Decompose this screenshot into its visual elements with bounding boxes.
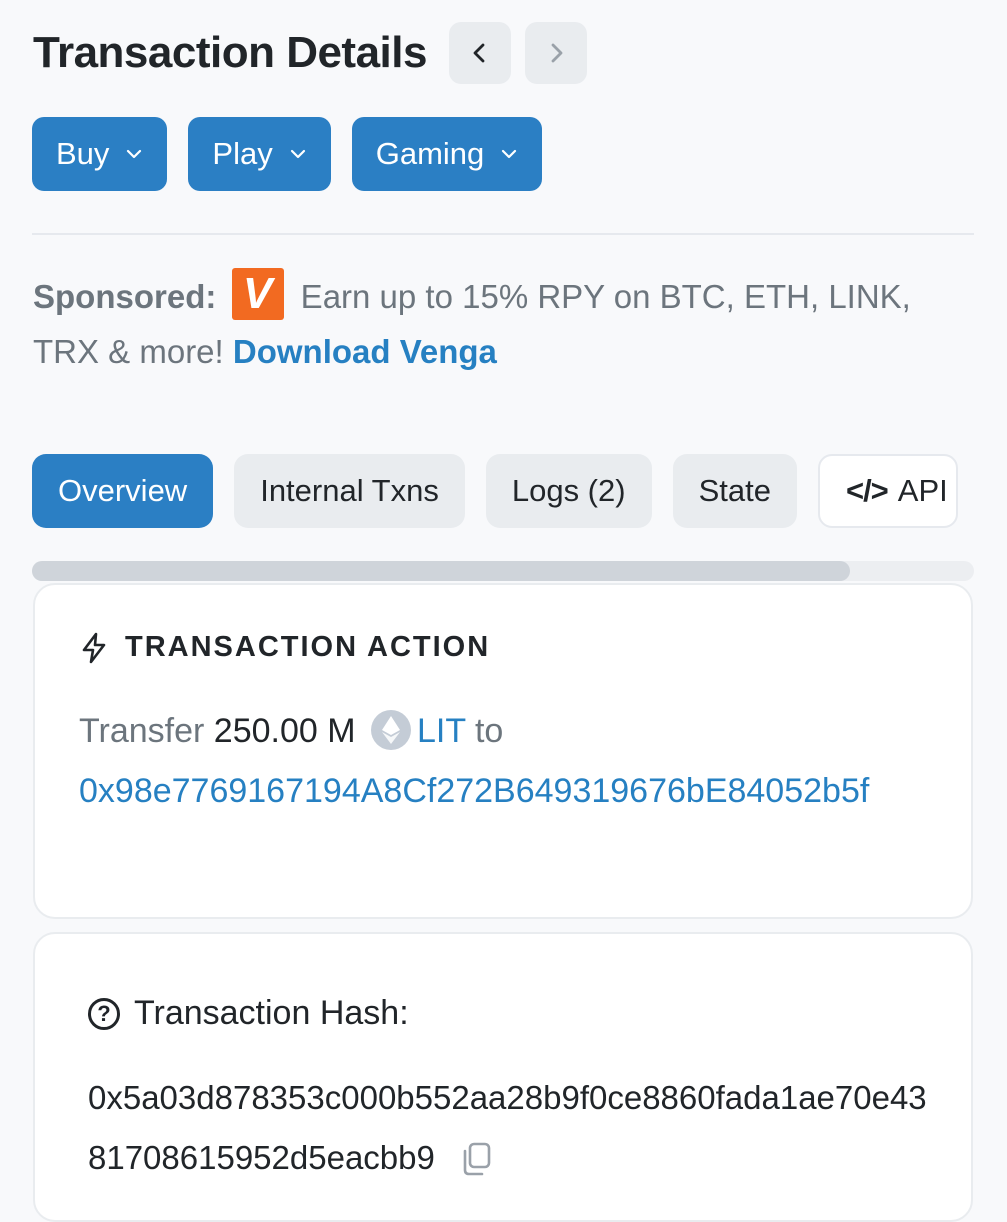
sponsored-banner: Sponsored: V Earn up to 15% RPY on BTC, … — [33, 268, 973, 379]
chevron-right-icon — [551, 43, 563, 63]
play-menu-label: Play — [212, 136, 273, 171]
chevron-down-icon — [290, 149, 305, 159]
chevron-down-icon — [502, 149, 517, 159]
action-amount: 250.00 M — [213, 712, 356, 750]
lightning-icon — [82, 632, 106, 663]
tab-overview[interactable]: Overview — [32, 454, 214, 528]
tab-api[interactable]: </> API — [817, 454, 958, 528]
chevron-left-icon — [473, 43, 485, 63]
action-to-word: to — [474, 712, 504, 750]
chevron-down-icon — [127, 149, 142, 159]
gaming-menu-label: Gaming — [375, 136, 485, 171]
tabs-scrollbar-thumb[interactable] — [32, 561, 850, 581]
tab-api-label: API — [897, 473, 948, 508]
transaction-action-title: TRANSACTION ACTION — [125, 631, 491, 663]
copy-icon[interactable] — [459, 1141, 493, 1177]
buy-menu-button[interactable]: Buy — [32, 117, 168, 191]
gaming-menu-button[interactable]: Gaming — [351, 117, 543, 191]
play-menu-button[interactable]: Play — [188, 117, 331, 191]
tab-state[interactable]: State — [672, 454, 797, 528]
transaction-action-card: TRANSACTION ACTION Transfer 250.00 M LIT… — [33, 583, 973, 919]
transaction-tabs: Overview Internal Txns Logs (2) State </… — [32, 454, 958, 528]
transaction-hash-card: ? Transaction Hash: 0x5a03d878353c000b55… — [33, 932, 973, 1222]
venga-logo[interactable]: V — [231, 268, 284, 320]
download-venga-link[interactable]: Download Venga — [233, 333, 497, 370]
transaction-hash-header: ? Transaction Hash: — [88, 994, 409, 1033]
divider — [32, 233, 974, 235]
tab-internal-txns[interactable]: Internal Txns — [234, 454, 465, 528]
buy-menu-label: Buy — [56, 136, 110, 171]
menu-row: Buy Play Gaming — [32, 117, 543, 191]
token-link[interactable]: LIT — [417, 712, 466, 750]
venga-logo-letter: V — [242, 269, 273, 318]
transaction-hash-label: Transaction Hash: — [134, 994, 409, 1032]
code-icon: </> — [845, 473, 889, 508]
title-row: Transaction Details — [33, 22, 587, 84]
transaction-hash-text: 0x5a03d878353c000b552aa28b9f0ce8860fada1… — [88, 1079, 927, 1176]
recipient-address-link[interactable]: 0x98e7769167194A8Cf272B649319676bE84052b… — [79, 772, 869, 810]
tab-logs[interactable]: Logs (2) — [485, 454, 652, 528]
next-transaction-button[interactable] — [524, 22, 587, 84]
prev-transaction-button[interactable] — [448, 22, 511, 84]
transaction-action-body: Transfer 250.00 M LIT to 0x98e7769167194… — [79, 701, 939, 821]
action-verb: Transfer — [79, 712, 205, 750]
page-title: Transaction Details — [33, 28, 427, 77]
ethereum-token-icon — [371, 710, 411, 750]
transaction-hash-value: 0x5a03d878353c000b552aa28b9f0ce8860fada1… — [88, 1068, 938, 1188]
help-icon[interactable]: ? — [88, 997, 120, 1030]
transaction-action-header: TRANSACTION ACTION — [79, 631, 490, 664]
tabs-scrollbar[interactable] — [32, 561, 974, 581]
sponsored-label: Sponsored: — [33, 278, 217, 315]
